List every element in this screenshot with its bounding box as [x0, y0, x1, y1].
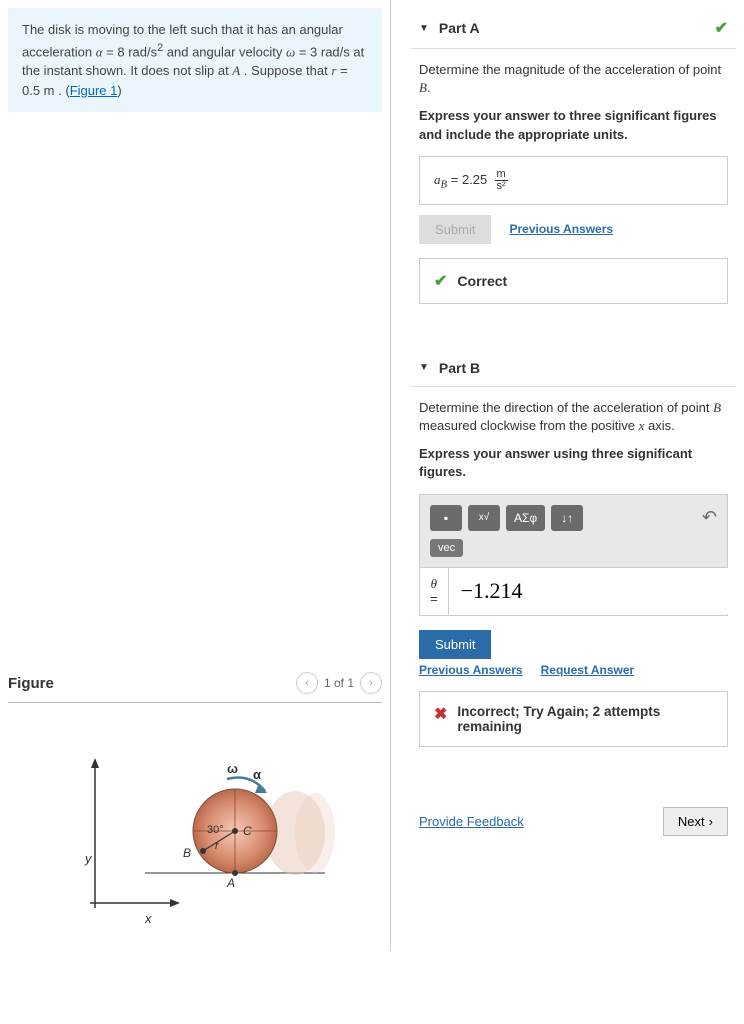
r-eq: r: [331, 63, 336, 78]
x-icon: ✖: [434, 704, 447, 724]
part-b-header[interactable]: ▼ Part B: [411, 350, 736, 387]
svg-text:x: x: [144, 911, 152, 926]
submit-button: Submit: [419, 215, 491, 244]
template-button[interactable]: x√: [468, 505, 500, 531]
figure-image: y x C: [8, 723, 382, 943]
answer-input[interactable]: [448, 568, 743, 614]
pager-text: 1 of 1: [324, 676, 354, 690]
part-a-instruction: Express your answer to three significant…: [419, 107, 728, 143]
svg-text:A: A: [226, 876, 235, 890]
chevron-right-icon: ›: [709, 814, 713, 829]
point-a: A: [232, 63, 240, 78]
part-a-answer-box: aB = 2.25 ms²: [419, 156, 728, 205]
svg-text:y: y: [84, 851, 93, 866]
part-b-title: Part B: [439, 360, 480, 376]
next-figure-button[interactable]: ›: [360, 672, 382, 694]
previous-answers-link[interactable]: Previous Answers: [509, 222, 613, 236]
part-a-header[interactable]: ▼ Part A ✔: [411, 8, 736, 49]
check-icon: ✔: [715, 18, 728, 38]
feedback-text: Incorrect; Try Again; 2 attempts remaini…: [457, 704, 713, 734]
figure-title: Figure: [8, 675, 54, 692]
problem-statement: The disk is moving to the left such that…: [8, 8, 382, 112]
svg-text:α: α: [253, 767, 261, 782]
provide-feedback-link[interactable]: Provide Feedback: [419, 814, 524, 829]
format-button[interactable]: ▪: [430, 505, 462, 531]
part-a-feedback: ✔ Correct: [419, 258, 728, 304]
problem-text: . (: [58, 83, 70, 98]
part-a-question: Determine the magnitude of the accelerat…: [419, 61, 728, 97]
caret-down-icon: ▼: [419, 362, 429, 373]
omega-eq: ω: [286, 44, 295, 59]
part-b-question: Determine the direction of the accelerat…: [419, 399, 728, 435]
part-b-feedback: ✖ Incorrect; Try Again; 2 attempts remai…: [419, 691, 728, 747]
next-button[interactable]: Next ›: [663, 807, 728, 836]
part-b-instruction: Express your answer using three signific…: [419, 445, 728, 481]
vec-badge[interactable]: vec: [430, 539, 463, 557]
figure-pager: ‹ 1 of 1 ›: [296, 672, 382, 694]
svg-text:30°: 30°: [207, 824, 224, 836]
check-icon: ✔: [434, 271, 447, 291]
request-answer-link[interactable]: Request Answer: [541, 663, 635, 677]
figure-link[interactable]: Figure 1: [70, 83, 118, 98]
undo-icon[interactable]: ↶: [702, 507, 717, 528]
alpha-eq: α: [96, 44, 103, 59]
part-a-value: 2.25: [462, 172, 487, 187]
previous-answers-link[interactable]: Previous Answers: [419, 663, 523, 677]
submit-button[interactable]: Submit: [419, 630, 491, 659]
arrows-button[interactable]: ↓↑: [551, 505, 583, 531]
caret-down-icon: ▼: [419, 23, 429, 34]
answer-toolbar: ▪ x√ ΑΣφ ↓↑ ↶ vec: [419, 494, 728, 568]
problem-text: . Suppose that: [244, 63, 331, 78]
theta-label: θ=: [420, 568, 448, 615]
svg-text:ω: ω: [227, 761, 238, 776]
close-paren: ): [117, 83, 121, 98]
feedback-text: Correct: [457, 273, 507, 289]
greek-button[interactable]: ΑΣφ: [506, 505, 545, 531]
svg-text:B: B: [183, 846, 191, 860]
part-a-title: Part A: [439, 20, 480, 36]
problem-text: and angular velocity: [167, 44, 286, 59]
prev-figure-button[interactable]: ‹: [296, 672, 318, 694]
svg-text:C: C: [243, 824, 252, 838]
